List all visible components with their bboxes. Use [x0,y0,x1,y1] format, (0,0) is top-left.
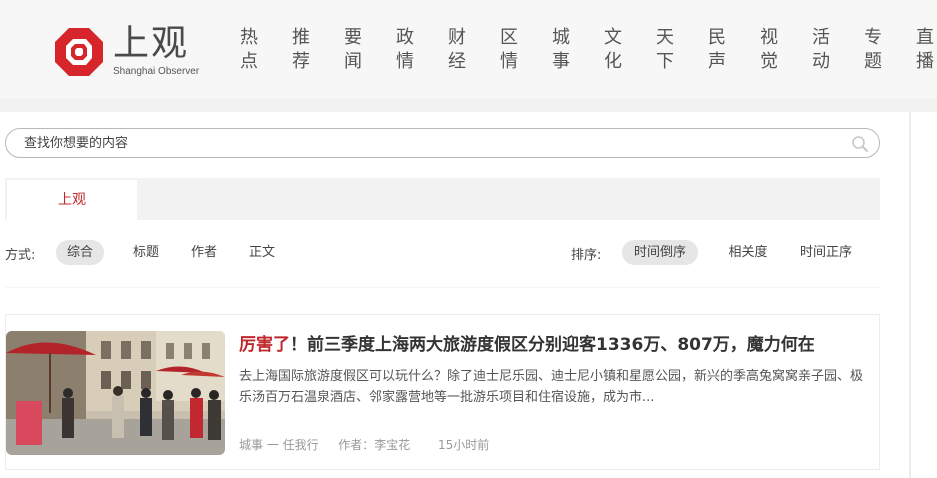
nav-item-world[interactable]: 天 下 [652,26,678,74]
logo-name-en: Shanghai Observer [113,66,200,77]
article-title[interactable]: 厉害了！前三季度上海两大旅游度假区分别迎客1336万、807万，魔力何在 [239,333,859,357]
article-card[interactable]: 厉害了！前三季度上海两大旅游度假区分别迎客1336万、807万，魔力何在 去上海… [5,314,880,470]
nav-item-voices[interactable]: 民 声 [704,26,730,74]
nav-item-events[interactable]: 活 动 [808,26,834,74]
mode-comprehensive[interactable]: 综合 [56,240,104,265]
search-icon[interactable] [851,135,869,153]
article-title-text: ！前三季度上海两大旅游度假区分别迎客1336万、807万，魔力何在 [290,335,815,355]
site-logo[interactable]: 上观 Shanghai Observer [53,22,213,80]
article-title-highlight: 厉害了 [239,335,290,355]
search-bar [5,128,880,158]
nav-item-culture[interactable]: 文 化 [600,26,626,74]
nav-item-finance[interactable]: 财 经 [444,26,470,74]
nav-item-topics[interactable]: 专 题 [860,26,886,74]
header-divider [0,98,937,112]
article-meta: 城事 一 任我行 作者：李宝花 15小时前 [239,436,489,453]
mode-title[interactable]: 标题 [124,240,168,265]
site-header: 上观 Shanghai Observer 热 点 推 荐 要 闻 政 情 财 经… [0,0,937,98]
sidebar-divider [909,110,911,478]
mode-label: 方式: [5,248,36,263]
article-channel[interactable]: 城事 一 任我行 [239,438,319,452]
nav-item-districts[interactable]: 区 情 [496,26,522,74]
nav-item-politics[interactable]: 政 情 [392,26,418,74]
source-tabs: 上观 [5,178,880,220]
filter-row: 方式: 综合 标题 作者 正文 排序: 时间倒序 相关度 时间正序 [0,240,880,266]
sort-relevance[interactable]: 相关度 [720,240,776,265]
article-author: 作者：李宝花 [338,438,411,452]
nav-item-recommend[interactable]: 推 荐 [288,26,314,74]
nav-item-visual[interactable]: 视 觉 [756,26,782,74]
logo-mark-icon [55,28,103,76]
logo-name-cn: 上观 [113,23,190,64]
article-thumbnail[interactable] [6,331,225,455]
mode-body[interactable]: 正文 [240,240,284,265]
tab-shangguan[interactable]: 上观 [7,180,137,220]
nav-item-headlines[interactable]: 要 闻 [340,26,366,74]
mode-author[interactable]: 作者 [183,240,225,265]
nav-item-live[interactable]: 直 播 [912,26,937,74]
nav-item-hot[interactable]: 热 点 [236,26,262,74]
divider [5,287,880,288]
sort-time-asc[interactable]: 时间正序 [791,240,861,265]
nav-item-city[interactable]: 城 事 [548,26,574,74]
article-summary: 去上海国际旅游度假区可以玩什么？除了迪士尼乐园、迪士尼小镇和星愿公园，新兴的季高… [239,369,864,405]
search-input[interactable] [24,133,824,153]
article-time: 15小时前 [437,438,490,452]
sort-time-desc[interactable]: 时间倒序 [622,240,698,265]
sort-label: 排序: [571,248,602,263]
